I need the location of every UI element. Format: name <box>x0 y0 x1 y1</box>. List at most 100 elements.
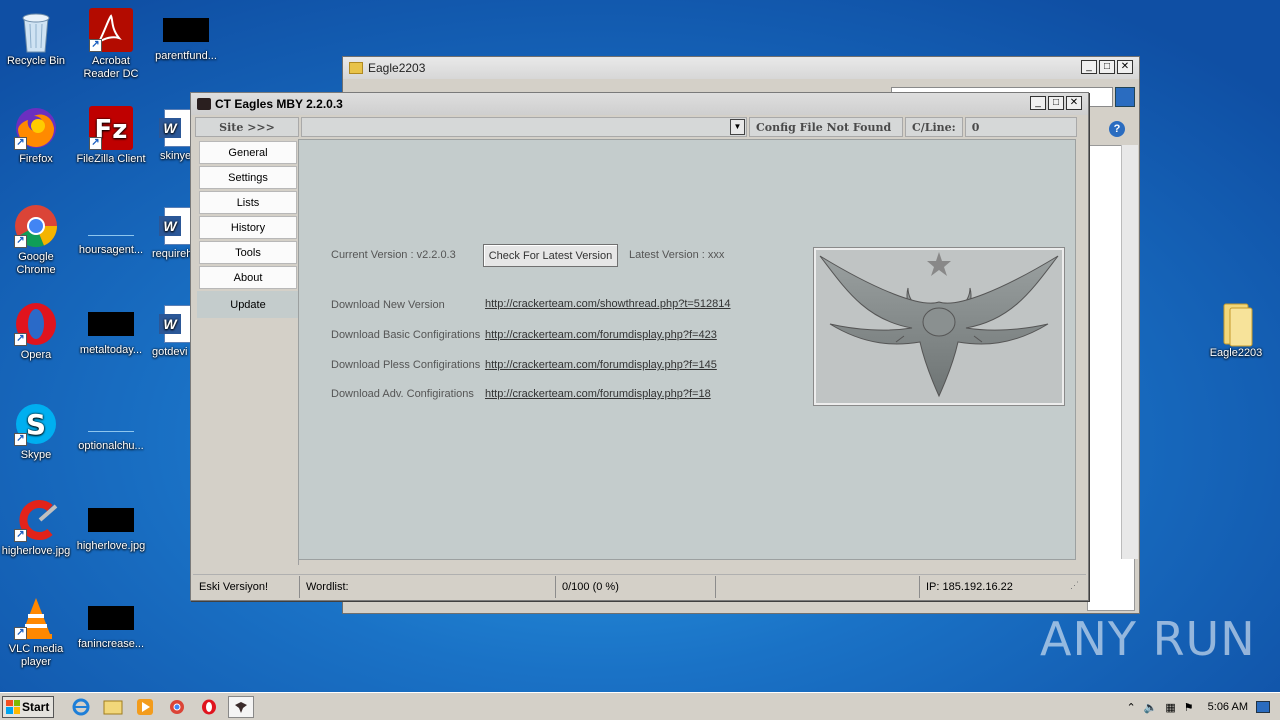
ip-status: IP: 185.192.16.22 <box>926 580 1013 593</box>
clock[interactable]: 5:06 AM <box>1208 701 1248 713</box>
app-titlebar[interactable]: CT Eagles MBY 2.2.0.3 <box>191 93 1088 115</box>
redacted-file-icon <box>88 508 134 532</box>
explorer-title: Eagle2203 <box>368 61 426 75</box>
cline-value: 0 <box>964 117 1077 137</box>
desktop-icon-label: Acrobat Reader DC <box>83 55 139 80</box>
action-center-flag-icon[interactable]: ⚑ <box>1184 701 1194 714</box>
show-desktop-icon[interactable] <box>1256 701 1270 713</box>
media-player-taskbar-icon[interactable] <box>132 696 158 718</box>
desktop-icon-label: Skype <box>20 449 52 461</box>
desktop-icon-eagle2203[interactable]: Eagle2203 <box>1198 300 1274 360</box>
blank-file-icon <box>88 406 134 432</box>
desktop-icon-label: Firefox <box>19 153 53 165</box>
desktop-icon-label: parentfund... <box>155 50 217 62</box>
version-state: Eski Versiyon! <box>193 575 300 598</box>
check-latest-version-button[interactable]: Check For Latest Version <box>483 244 618 267</box>
sidebar-nav: General Settings Lists History Tools Abo… <box>197 139 299 565</box>
desktop-icon-firefox[interactable]: ↗ Firefox <box>0 106 74 166</box>
desktop-icon-parentfund[interactable]: parentfund... <box>148 8 224 63</box>
desktop-icon-label: fanincrease... <box>77 638 145 650</box>
opera-taskbar-icon[interactable] <box>196 696 222 718</box>
download-label: Download Basic Configirations <box>331 329 481 341</box>
ie-taskbar-icon[interactable] <box>68 696 94 718</box>
desktop-icon-recycle-bin[interactable]: Recycle Bin <box>0 8 74 68</box>
nav-history-button[interactable]: History <box>199 216 297 239</box>
nav-settings-button[interactable]: Settings <box>199 166 297 189</box>
start-label: Start <box>22 699 50 714</box>
desktop-icon-label: hoursagent... <box>78 244 144 256</box>
tray-expand-icon[interactable]: ⌃ <box>1126 701 1135 714</box>
desktop-icon-label: optionalchu... <box>78 440 144 452</box>
nav-lists-button[interactable]: Lists <box>199 191 297 214</box>
download-adv-config-link[interactable]: http://crackerteam.com/forumdisplay.php?… <box>485 388 711 400</box>
desktop-icon-label: metaltoday... <box>79 344 143 356</box>
desktop-icon-fanincrease[interactable]: fanincrease... <box>73 596 149 651</box>
maximize-button[interactable]: □ <box>1099 60 1115 74</box>
desktop-icon-chrome[interactable]: ↗ Google Chrome <box>0 204 74 277</box>
desktop-icon-gotdevi[interactable]: gotdevi <box>136 302 196 359</box>
explorer-caption-buttons: _ □ ✕ <box>1081 60 1133 74</box>
shortcut-arrow-icon: ↗ <box>14 433 27 446</box>
shortcut-arrow-icon: ↗ <box>14 235 27 248</box>
shortcut-arrow-icon: ↗ <box>89 39 102 52</box>
nav-update-button[interactable]: Update <box>197 291 299 318</box>
desktop-icon-opera[interactable]: ↗ Opera <box>0 302 74 362</box>
anyrun-watermark: ANY RUN <box>1040 612 1256 666</box>
redacted-file-icon <box>88 312 134 336</box>
desktop-icon-ccleaner[interactable]: ↗ higherlove.jpg <box>0 498 74 558</box>
shortcut-arrow-icon: ↗ <box>14 627 27 640</box>
desktop-icon-acrobat[interactable]: ↗ Acrobat Reader DC <box>73 8 149 81</box>
latest-version: Latest Version : xxx <box>629 249 725 261</box>
firefox-icon: ↗ <box>14 106 58 150</box>
ct-eagles-taskbar-icon[interactable] <box>228 695 254 718</box>
folder-icon <box>349 62 363 74</box>
download-pless-config-link[interactable]: http://crackerteam.com/forumdisplay.php?… <box>485 359 717 371</box>
resize-grip-icon[interactable]: ⋰ <box>1070 580 1084 594</box>
vlc-icon: ↗ <box>14 596 58 640</box>
folder-icon <box>1214 300 1258 347</box>
acrobat-icon: ↗ <box>89 8 133 52</box>
download-basic-config-link[interactable]: http://crackerteam.com/forumdisplay.php?… <box>485 329 717 341</box>
update-panel: Current Version : v2.2.0.3 Check For Lat… <box>298 139 1076 560</box>
desktop-icon-label: higherlove.jpg <box>1 545 71 557</box>
site-select[interactable]: ▼ <box>301 117 747 137</box>
nav-about-button[interactable]: About <box>199 266 297 289</box>
chrome-taskbar-icon[interactable] <box>164 696 190 718</box>
ct-eagles-window[interactable]: CT Eagles MBY 2.2.0.3 _ □ ✕ Site >>> ▼ C… <box>190 92 1089 601</box>
volume-icon[interactable]: 🔈 <box>1144 701 1158 714</box>
desktop-icon-higherlove[interactable]: higherlove.jpg higherlove.jpg higherlove… <box>73 498 149 553</box>
eagle-logo <box>813 247 1065 406</box>
progress-status: 0/100 (0 %) <box>556 575 716 598</box>
nav-tools-button[interactable]: Tools <box>199 241 297 264</box>
recycle-bin-icon <box>14 8 58 53</box>
explorer-taskbar-icon[interactable] <box>100 696 126 718</box>
minimize-button[interactable]: _ <box>1081 60 1097 74</box>
system-tray: ⌃ 🔈 ▦ ⚑ 5:06 AM <box>1126 693 1280 720</box>
config-status: Config File Not Found <box>749 117 903 137</box>
help-icon[interactable]: ? <box>1109 121 1125 137</box>
search-icon[interactable] <box>1115 87 1135 107</box>
eagle-emblem-icon <box>819 252 1059 398</box>
chrome-icon: ↗ <box>14 204 58 248</box>
ccleaner-icon: ↗ <box>14 498 58 542</box>
desktop-icon-optionalchu[interactable]: optionalchu... <box>73 400 149 453</box>
desktop-icon-vlc[interactable]: ↗ Eagle2203 VLC media player <box>0 596 74 669</box>
desktop-icon-skinye[interactable]: skinye <box>136 106 196 163</box>
close-button[interactable]: ✕ <box>1066 96 1082 110</box>
network-icon[interactable]: ▦ <box>1165 701 1175 714</box>
shortcut-arrow-icon: ↗ <box>14 333 27 346</box>
opera-icon: ↗ <box>14 302 58 346</box>
close-button[interactable]: ✕ <box>1117 60 1133 74</box>
maximize-button[interactable]: □ <box>1048 96 1064 110</box>
explorer-scrollbar[interactable] <box>1121 145 1138 559</box>
desktop-icon-requireh[interactable]: requireh <box>136 204 196 261</box>
minimize-button[interactable]: _ <box>1030 96 1046 110</box>
download-new-version-link[interactable]: http://crackerteam.com/showthread.php?t=… <box>485 298 731 310</box>
explorer-titlebar[interactable]: Eagle2203 <box>343 57 1139 79</box>
download-label: Download New Version <box>331 299 445 311</box>
nav-general-button[interactable]: General <box>199 141 297 164</box>
chevron-down-icon[interactable]: ▼ <box>730 119 745 135</box>
desktop-icon-skype[interactable]: S ↗ Skype <box>0 402 74 462</box>
desktop-icon-label: Opera <box>20 349 52 361</box>
start-button[interactable]: Start <box>2 695 54 718</box>
